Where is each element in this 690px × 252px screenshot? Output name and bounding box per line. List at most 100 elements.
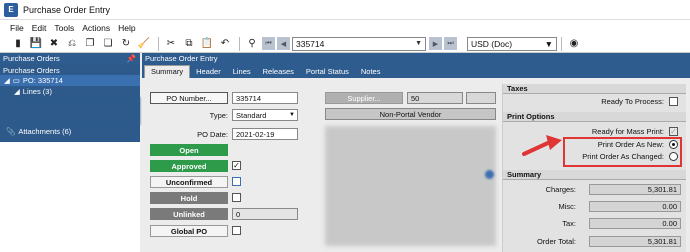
type-value: Standard: [236, 110, 267, 120]
menu-edit[interactable]: Edit: [32, 23, 47, 33]
pin-icon[interactable]: 📌: [127, 54, 136, 63]
order-total-label: Order Total:: [536, 237, 576, 246]
menu-actions[interactable]: Actions: [82, 23, 110, 33]
blurred-lines: [18, 97, 140, 125]
ready-to-process-checkbox[interactable]: [669, 97, 678, 106]
summary-header: Summary: [503, 170, 686, 180]
status-open: Open: [150, 144, 228, 156]
info-column: Taxes Ready To Process: Print Options Re…: [502, 84, 686, 252]
chevron-down-icon: ▼: [289, 112, 295, 118]
title-bar: E Purchase Order Entry: [0, 0, 690, 20]
po-date-label: PO Date:: [197, 130, 228, 139]
vendor-type: Non-Portal Vendor: [325, 108, 496, 120]
supplier-id-field: 50: [407, 92, 463, 104]
status-global-po: Global PO: [150, 225, 228, 237]
menu-file[interactable]: File: [10, 23, 24, 33]
po-select-value: 335714: [296, 38, 325, 49]
undo-icon[interactable]: ⎌: [64, 36, 80, 52]
ready-mass-print-checkbox[interactable]: ✓: [669, 127, 678, 136]
status-approved: Approved: [150, 160, 228, 172]
status-hold: Hold: [150, 192, 228, 204]
chevron-down-icon: ▼: [544, 38, 553, 49]
tree-item-po-label: PO: 335714: [22, 76, 63, 85]
taxes-header: Taxes: [503, 84, 686, 94]
tab-lines[interactable]: Lines: [227, 66, 257, 78]
tree-item-lines[interactable]: ◢ Lines (3): [0, 86, 140, 96]
supplier-button[interactable]: Supplier...: [325, 92, 403, 104]
last-record-icon[interactable]: ⏭: [444, 37, 457, 50]
po-number-field[interactable]: 335714: [232, 92, 298, 104]
po-select[interactable]: 335714 ▼: [292, 36, 426, 51]
status-unlinked: Unlinked: [150, 208, 228, 220]
unconfirmed-checkbox[interactable]: [232, 177, 241, 186]
tab-releases[interactable]: Releases: [257, 66, 300, 78]
currency-value: USD (Doc): [471, 38, 513, 49]
blurred-indicator: [485, 170, 494, 179]
paste-icon[interactable]: ❏: [100, 36, 116, 52]
next-record-icon[interactable]: ▶: [429, 37, 442, 50]
blurred-supplier-info: [325, 126, 496, 246]
binoculars-icon[interactable]: ⚲: [244, 36, 260, 52]
status-unconfirmed: Unconfirmed: [150, 176, 228, 188]
hold-checkbox[interactable]: [232, 193, 241, 202]
target-icon[interactable]: ◉: [566, 36, 582, 52]
annotation-arrow-icon: [522, 135, 562, 156]
window-title: Purchase Order Entry: [23, 4, 111, 15]
paperclip-icon: 📎: [6, 127, 16, 136]
tree-panel-title: Purchase Orders: [3, 54, 60, 63]
delete-icon[interactable]: ✖: [46, 36, 62, 52]
tree-item-lines-label: Lines (3): [22, 86, 52, 96]
approved-checkbox[interactable]: ✓: [232, 161, 241, 170]
charges-label: Charges:: [545, 185, 576, 194]
clear-icon[interactable]: 🧹: [136, 36, 152, 52]
prev-record-icon[interactable]: ◀: [277, 37, 290, 50]
unlinked-field: 0: [232, 208, 298, 220]
menu-help[interactable]: Help: [118, 23, 135, 33]
chevron-down-icon: ▼: [415, 40, 422, 47]
tab-bar: Summary Header Lines Releases Portal Sta…: [142, 64, 690, 78]
app-icon: E: [4, 2, 18, 17]
tree-panel-header: Purchase Orders 📌: [0, 53, 140, 64]
copy-icon[interactable]: ❐: [82, 36, 98, 52]
toolbar: ▮ 💾 ✖ ⎌ ❐ ❏ ↻ 🧹 ✂ ⧉ 📋 ↶ ⚲ ⏮ ◀ 335714 ▼ ▶…: [0, 35, 690, 53]
po-date-field[interactable]: 2021-02-19: [232, 128, 298, 140]
global-po-checkbox[interactable]: [232, 226, 241, 235]
type-select[interactable]: Standard ▼: [232, 109, 298, 121]
main-panel-header: Purchase Order Entry: [142, 53, 690, 64]
save-icon[interactable]: 💾: [28, 36, 44, 52]
po-number-button[interactable]: PO Number...: [150, 92, 228, 104]
tree-root: Purchase Orders: [3, 66, 60, 75]
tab-summary[interactable]: Summary: [144, 65, 191, 78]
print-options-header: Print Options: [503, 112, 686, 122]
tree-item-po[interactable]: ◢ ▭ PO: 335714: [0, 75, 140, 86]
menu-tools[interactable]: Tools: [54, 23, 74, 33]
folder-icon: ▭: [12, 76, 20, 85]
undo2-icon[interactable]: ↶: [217, 36, 233, 52]
tax-value: 0.00: [589, 218, 681, 229]
paste2-icon[interactable]: 📋: [199, 36, 215, 52]
highlight-box: [563, 137, 682, 167]
supplier-extra-field: [466, 92, 496, 104]
menu-bar: File Edit Tools Actions Help: [0, 20, 690, 35]
ready-to-process-label: Ready To Process:: [601, 97, 664, 106]
tree-area: Purchase Orders ◢ ▭ PO: 335714 ◢ Lines (…: [0, 64, 140, 142]
refresh-icon[interactable]: ↻: [118, 36, 134, 52]
tab-notes[interactable]: Notes: [355, 66, 387, 78]
ready-mass-print-label: Ready for Mass Print:: [591, 127, 664, 136]
tax-label: Tax:: [562, 219, 576, 228]
new-icon[interactable]: ▮: [10, 36, 26, 52]
tree-item-attachments[interactable]: 📎 Attachments (6): [0, 127, 140, 136]
tab-portal-status[interactable]: Portal Status: [300, 66, 355, 78]
charges-value: 5,301.81: [589, 184, 681, 195]
first-record-icon[interactable]: ⏮: [262, 37, 275, 50]
misc-value: 0.00: [589, 201, 681, 212]
tree-panel: Purchase Orders 📌 Purchase Orders ◢ ▭ PO…: [0, 53, 140, 252]
order-total-value: 5,301.81: [589, 236, 681, 247]
collapse-icon[interactable]: ◢: [4, 76, 10, 85]
tab-header[interactable]: Header: [190, 66, 227, 78]
copy2-icon[interactable]: ⧉: [181, 36, 197, 52]
tree-item-attachments-label: Attachments (6): [18, 127, 72, 136]
expand-icon[interactable]: ◢: [14, 87, 20, 96]
currency-select[interactable]: USD (Doc) ▼: [467, 36, 557, 51]
cut-icon[interactable]: ✂: [163, 36, 179, 52]
